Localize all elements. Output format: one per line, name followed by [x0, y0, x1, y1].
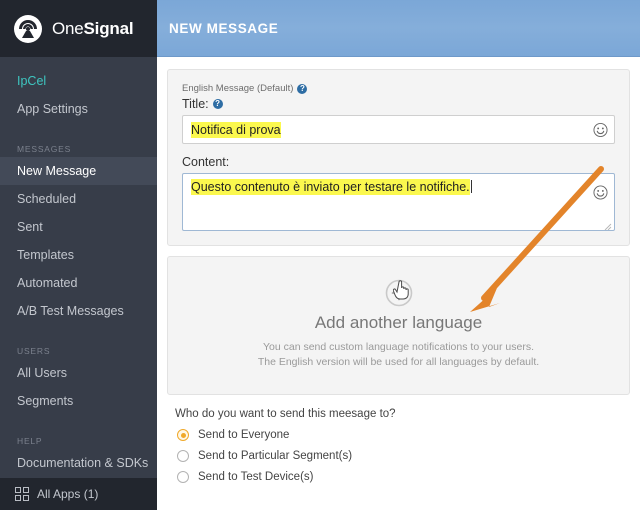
title-input[interactable]: Notifica di prova	[182, 115, 615, 144]
onesignal-bell-logo-icon	[13, 14, 43, 44]
add-language-title: Add another language	[314, 313, 483, 332]
title-label-row: Title: ?	[182, 97, 615, 111]
sidebar-item-segments[interactable]: Segments	[0, 387, 157, 415]
sidebar-group-help: HELP	[17, 436, 43, 446]
brand-name: OneSignal	[52, 18, 134, 39]
question-mark-icon[interactable]: ?	[297, 83, 308, 94]
sidebar-item-scheduled[interactable]: Scheduled	[0, 185, 157, 213]
radio-row-send-to-everyone[interactable]: Send to Everyone	[177, 429, 630, 441]
brand-header[interactable]: OneSignal	[0, 0, 157, 57]
sidebar-item-ab-test-messages[interactable]: A/B Test Messages	[0, 297, 157, 325]
resize-grip[interactable]	[604, 220, 612, 231]
sidebar-group-users: USERS	[17, 346, 51, 356]
sidebar-item-automated[interactable]: Automated	[0, 269, 157, 297]
radio-row-send-to-particular-segments[interactable]: Send to Particular Segment(s)	[177, 450, 630, 462]
add-language-subtitle-line2: The English version will be used for all…	[257, 356, 540, 368]
sidebar-group-messages: MESSAGES	[17, 144, 72, 154]
content-area: English Message (Default) ? Title: ? Not…	[157, 57, 640, 483]
sidebar-item-all-users[interactable]: All Users	[0, 359, 157, 387]
title-input-wrap: Notifica di prova	[182, 115, 615, 144]
page-header: NEW MESSAGE	[157, 0, 640, 57]
sidebar: OneSignal IpCel App Settings MESSAGES Ne…	[0, 0, 157, 510]
sidebar-item-documentation-sdks[interactable]: Documentation & SDKs	[0, 449, 157, 477]
radio-row-send-to-test-devices[interactable]: Send to Test Device(s)	[177, 471, 630, 483]
grid-icon	[15, 487, 29, 501]
title-input-value: Notifica di prova	[191, 121, 281, 138]
radio-button-send-to-particular-segments[interactable]	[177, 450, 189, 462]
sidebar-item-app-name[interactable]: IpCel	[0, 67, 157, 95]
content-textarea-value: Questo contenuto è inviato per testare l…	[191, 179, 470, 195]
title-label: Title:	[182, 97, 209, 111]
smiley-face-icon[interactable]	[593, 185, 608, 200]
smiley-face-icon[interactable]	[593, 122, 608, 137]
sidebar-item-app-settings[interactable]: App Settings	[0, 95, 157, 123]
page-title: NEW MESSAGE	[169, 20, 279, 36]
content-textarea[interactable]: Questo contenuto è inviato per testare l…	[182, 173, 615, 231]
question-mark-icon[interactable]: ?	[212, 99, 223, 109]
brand-name-part2: Signal	[83, 18, 134, 38]
all-apps-button[interactable]: All Apps (1)	[0, 478, 157, 510]
radio-button-send-to-test-devices[interactable]	[177, 471, 189, 483]
add-language-subtitle-line1: You can send custom language notificatio…	[262, 341, 535, 353]
english-message-card: English Message (Default) ? Title: ? Not…	[167, 69, 630, 246]
audience-question: Who do you want to send this meesage to?	[175, 408, 396, 420]
content-label: Content:	[182, 155, 230, 169]
sidebar-item-new-message[interactable]: New Message	[0, 157, 157, 185]
text-caret	[470, 180, 472, 193]
sidebar-nav: IpCel App Settings MESSAGES New Message …	[0, 57, 157, 477]
sidebar-item-sent[interactable]: Sent	[0, 213, 157, 241]
brand-name-part1: One	[52, 18, 84, 38]
main-panel: NEW MESSAGE English Message (Default) ? …	[157, 0, 640, 510]
language-label-row: English Message (Default) ?	[182, 83, 615, 94]
sidebar-item-templates[interactable]: Templates	[0, 241, 157, 269]
app-root: OneSignal IpCel App Settings MESSAGES Ne…	[0, 0, 640, 510]
add-language-card[interactable]: Add another language You can send custom…	[167, 256, 630, 395]
content-label-row: Content:	[182, 155, 615, 169]
radio-button-send-to-everyone[interactable]	[177, 429, 189, 441]
content-input-wrap: Questo contenuto è inviato per testare l…	[182, 173, 615, 231]
language-label: English Message (Default)	[182, 83, 294, 94]
radio-label-send-to-test-devices: Send to Test Device(s)	[198, 471, 314, 483]
radio-label-send-to-everyone: Send to Everyone	[198, 429, 290, 441]
radio-label-send-to-particular-segments: Send to Particular Segment(s)	[198, 450, 353, 462]
plus-circle-icon[interactable]	[385, 279, 413, 307]
all-apps-label: All Apps (1)	[37, 487, 99, 501]
